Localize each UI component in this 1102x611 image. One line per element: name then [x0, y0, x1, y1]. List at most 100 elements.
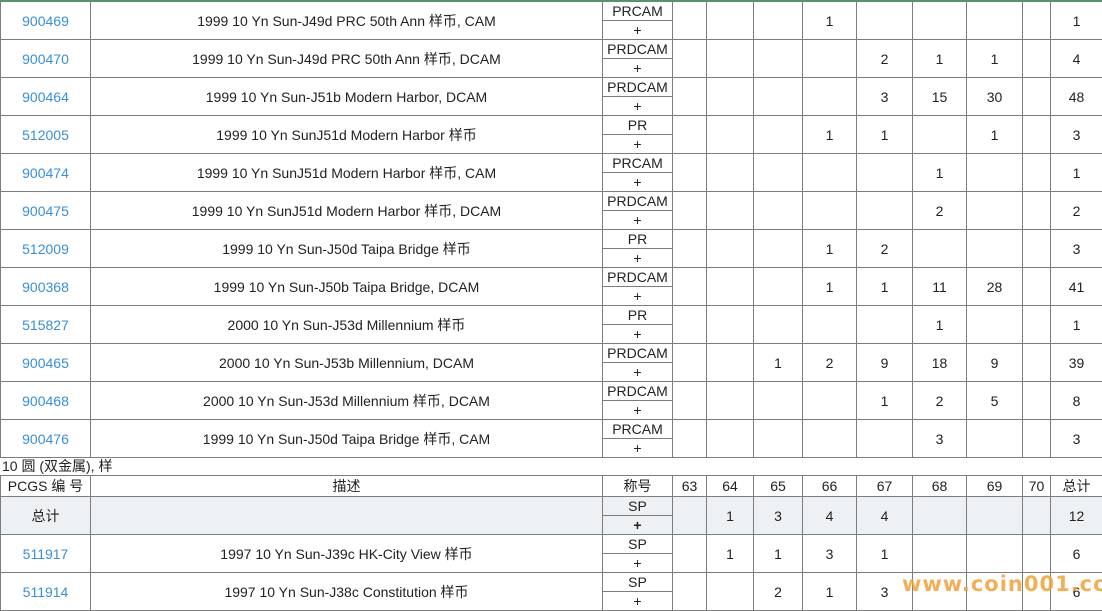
pcgs-code-link[interactable]: 900470	[1, 40, 91, 78]
pcgs-code-link[interactable]: 900476	[1, 420, 91, 458]
count-63	[673, 268, 707, 306]
count-66	[803, 382, 857, 420]
count-65: 2	[754, 573, 803, 611]
count-total: 3	[1051, 116, 1102, 154]
count-65	[754, 268, 803, 306]
pcgs-code-link[interactable]: 515827	[1, 306, 91, 344]
count-63	[673, 535, 707, 573]
count-69	[967, 306, 1023, 344]
table-row: 9003681999 10 Yn Sun-J50b Taipa Bridge, …	[1, 268, 1102, 306]
count-total: 2	[1051, 192, 1102, 230]
count-68	[913, 535, 967, 573]
coin-description: 2000 10 Yn Sun-J53d Millennium 样币, DCAM	[91, 382, 603, 420]
pcgs-code-link[interactable]: 900475	[1, 192, 91, 230]
count-65: 1	[754, 535, 803, 573]
count-64	[707, 40, 754, 78]
grade-designation: SP	[603, 535, 672, 554]
count-67: 9	[857, 344, 913, 382]
coin-description: 1999 10 Yn Sun-J50b Taipa Bridge, DCAM	[91, 268, 603, 306]
count-67: 4	[857, 497, 913, 535]
count-63	[673, 382, 707, 420]
coin-description: 1997 10 Yn Sun-J38c Constitution 样币	[91, 573, 603, 611]
header-65: 65	[754, 476, 803, 497]
count-64	[707, 154, 754, 192]
grade-cell: PRCAM+	[603, 2, 673, 40]
count-69	[967, 154, 1023, 192]
pcgs-code-link[interactable]: 900368	[1, 268, 91, 306]
pcgs-code-link[interactable]: 900468	[1, 382, 91, 420]
grade-plus: +	[603, 516, 672, 534]
pcgs-code-link[interactable]: 900474	[1, 154, 91, 192]
count-64	[707, 344, 754, 382]
count-68: 2	[913, 192, 967, 230]
count-70	[1023, 344, 1051, 382]
count-total: 8	[1051, 382, 1102, 420]
count-total: 41	[1051, 268, 1102, 306]
count-65	[754, 78, 803, 116]
site-watermark: www.coin001.com	[902, 572, 1102, 596]
grade-designation: PRDCAM	[603, 78, 672, 97]
count-67	[857, 306, 913, 344]
coin-description: 1999 10 Yn Sun-J50d Taipa Bridge 样币, CAM	[91, 420, 603, 458]
count-68	[913, 116, 967, 154]
count-65	[754, 382, 803, 420]
pcgs-code-link[interactable]: 511917	[1, 535, 91, 573]
count-67: 2	[857, 230, 913, 268]
grade-plus: +	[603, 59, 672, 77]
table-row: 9004761999 10 Yn Sun-J50d Taipa Bridge 样…	[1, 420, 1102, 458]
grade-plus: +	[603, 287, 672, 305]
header-total: 总计	[1051, 476, 1102, 497]
pcgs-code-link[interactable]: 900464	[1, 78, 91, 116]
count-69: 1	[967, 116, 1023, 154]
count-67: 1	[857, 382, 913, 420]
grade-plus: +	[603, 554, 672, 572]
grade-cell: PRCAM+	[603, 154, 673, 192]
grade-designation: PR	[603, 116, 672, 135]
count-63	[673, 2, 707, 40]
count-total: 1	[1051, 2, 1102, 40]
count-66	[803, 420, 857, 458]
table-row: 9004641999 10 Yn Sun-J51b Modern Harbor,…	[1, 78, 1102, 116]
count-70	[1023, 306, 1051, 344]
pcgs-code-link[interactable]: 900469	[1, 2, 91, 40]
count-64	[707, 306, 754, 344]
pcgs-code-link[interactable]: 900465	[1, 344, 91, 382]
grade-cell: PR+	[603, 306, 673, 344]
summary-row: 总计 SP + 1 3 4 4 12	[1, 497, 1102, 535]
grade-designation: PRDCAM	[603, 192, 672, 211]
count-65	[754, 2, 803, 40]
grade-plus: +	[603, 592, 672, 610]
pcgs-code-link[interactable]: 512005	[1, 116, 91, 154]
grade-designation: SP	[603, 573, 672, 592]
count-69	[967, 2, 1023, 40]
count-total: 4	[1051, 40, 1102, 78]
grade-plus: +	[603, 135, 672, 153]
grade-cell: PRDCAM+	[603, 40, 673, 78]
grade-designation: PRDCAM	[603, 344, 672, 363]
count-63	[673, 420, 707, 458]
count-total: 3	[1051, 230, 1102, 268]
grade-designation: PRDCAM	[603, 268, 672, 287]
grade-cell: PRDCAM+	[603, 78, 673, 116]
count-69	[967, 420, 1023, 458]
header-grade: 称号	[603, 476, 673, 497]
count-65	[754, 306, 803, 344]
grade-designation: PRCAM	[603, 2, 672, 21]
coin-description: 1999 10 Yn Sun-J49d PRC 50th Ann 样币, DCA…	[91, 40, 603, 78]
header-pcgs-code: PCGS 编 号	[1, 476, 91, 497]
count-66: 1	[803, 268, 857, 306]
header-68: 68	[913, 476, 967, 497]
count-64	[707, 268, 754, 306]
pcgs-code-link[interactable]: 511914	[1, 573, 91, 611]
count-67	[857, 154, 913, 192]
grade-plus: +	[603, 439, 672, 457]
count-70	[1023, 154, 1051, 192]
count-70	[1023, 420, 1051, 458]
pcgs-code-link[interactable]: 512009	[1, 230, 91, 268]
grade-plus: +	[603, 21, 672, 39]
grade-plus: +	[603, 363, 672, 381]
count-66: 1	[803, 2, 857, 40]
count-63	[673, 192, 707, 230]
count-64: 1	[707, 535, 754, 573]
count-64	[707, 230, 754, 268]
